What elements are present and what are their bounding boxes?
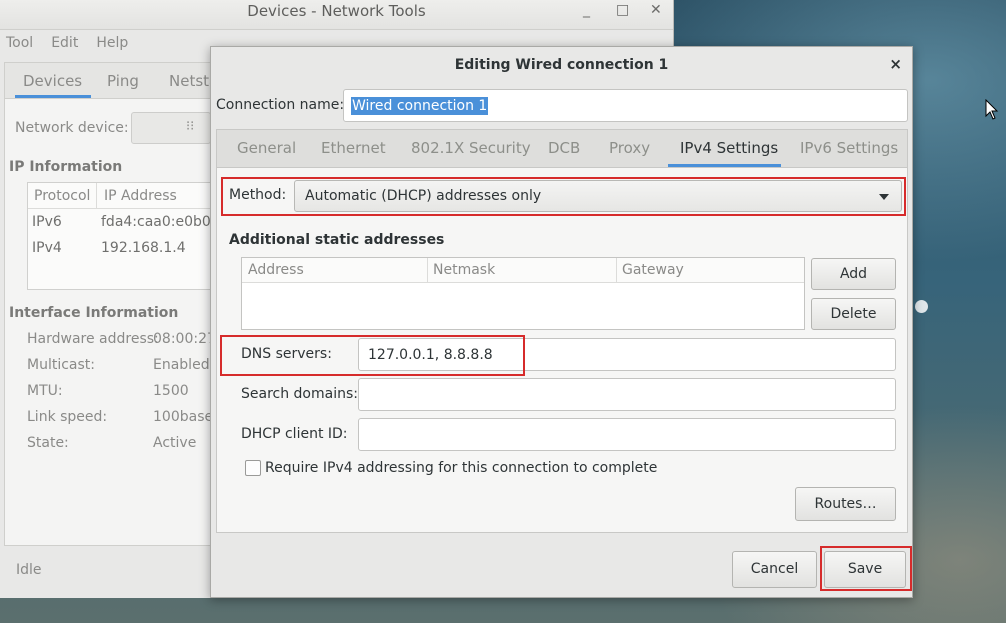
network-device-icon: ⁝⁝ — [186, 119, 195, 134]
ip-col-protocol: Protocol — [34, 188, 91, 204]
method-label: Method: — [229, 187, 287, 203]
network-tools-title: Devices - Network Tools — [247, 2, 426, 20]
static-addresses-table[interactable]: Address Netmask Gateway — [241, 257, 805, 330]
hardware-address-label: Hardware address: — [27, 331, 159, 347]
ip-row-protocol: IPv4 — [32, 240, 62, 256]
ip-row-protocol: IPv6 — [32, 214, 62, 230]
ip-table: Protocol IP Address IPv6 fda4:caa0:e0b0:… — [27, 182, 224, 290]
status-bar-text: Idle — [16, 562, 42, 578]
add-button[interactable]: Add — [811, 258, 896, 290]
tab-ipv4-settings[interactable]: IPv4 Settings — [680, 139, 778, 157]
static-addresses-header: Address Netmask Gateway — [242, 258, 804, 283]
menu-help[interactable]: Help — [96, 35, 128, 51]
state-value: Active — [153, 435, 197, 451]
network-device-label: Network device: — [15, 120, 129, 136]
menu-edit[interactable]: Edit — [51, 35, 78, 51]
dhcp-client-id-label: DHCP client ID: — [241, 426, 348, 442]
mtu-value: 1500 — [153, 383, 189, 399]
state-label: State: — [27, 435, 69, 451]
col-address: Address — [248, 262, 304, 278]
connection-name-field[interactable]: Wired connection 1 — [343, 89, 908, 122]
tab-general[interactable]: General — [237, 139, 296, 157]
ip-col-address: IP Address — [104, 188, 177, 204]
method-value: Automatic (DHCP) addresses only — [305, 188, 542, 204]
network-tools-titlebar: Devices - Network Tools _ □ ✕ — [0, 0, 673, 30]
multicast-label: Multicast: — [27, 357, 95, 373]
dns-highlight-box — [220, 335, 525, 376]
tab-ethernet[interactable]: Ethernet — [321, 139, 386, 157]
method-select[interactable]: Automatic (DHCP) addresses only — [294, 180, 902, 212]
ip-row-address: 192.168.1.4 — [101, 240, 186, 256]
col-gateway: Gateway — [622, 262, 684, 278]
ip-row-address: fda4:caa0:e0b0:2 — [101, 214, 225, 230]
delete-button[interactable]: Delete — [811, 298, 896, 330]
additional-addresses-title: Additional static addresses — [229, 232, 445, 248]
link-speed-label: Link speed: — [27, 409, 108, 425]
dhcp-client-id-field[interactable] — [358, 418, 896, 451]
close-window-button[interactable]: ✕ — [650, 2, 662, 18]
tab-dcb[interactable]: DCB — [548, 139, 580, 157]
multicast-value: Enabled — [153, 357, 210, 373]
require-ipv4-checkbox[interactable] — [245, 460, 261, 476]
desktop-indicator-dot — [915, 300, 928, 313]
connection-name-value: Wired connection 1 — [351, 96, 489, 115]
require-ipv4-label[interactable]: Require IPv4 addressing for this connect… — [265, 460, 657, 476]
tab-8021x-security[interactable]: 802.1X Security — [411, 139, 531, 157]
routes-button[interactable]: Routes… — [795, 487, 896, 521]
tab-ipv6-settings[interactable]: IPv6 Settings — [800, 139, 898, 157]
hardware-address-value: 08:00:27 — [153, 331, 216, 347]
edit-connection-dialog: Editing Wired connection 1 × Connection … — [210, 46, 913, 598]
connection-name-label: Connection name: — [216, 97, 345, 113]
tab-proxy[interactable]: Proxy — [609, 139, 650, 157]
maximize-button[interactable]: □ — [616, 2, 629, 18]
network-device-select[interactable]: ⁝⁝ — [131, 112, 211, 144]
close-icon[interactable]: × — [889, 55, 902, 73]
col-netmask: Netmask — [433, 262, 496, 278]
search-domains-field[interactable] — [358, 378, 896, 411]
dialog-title: Editing Wired connection 1 — [454, 57, 669, 73]
search-domains-label: Search domains: — [241, 386, 358, 402]
ip-information-title: IP Information — [9, 159, 123, 175]
ip-table-header: Protocol IP Address — [28, 183, 216, 209]
interface-information-title: Interface Information — [9, 305, 179, 321]
tab-ping[interactable]: Ping — [107, 72, 139, 90]
minimize-button[interactable]: _ — [583, 2, 590, 18]
mouse-cursor-icon — [985, 99, 999, 120]
cancel-button[interactable]: Cancel — [732, 551, 817, 588]
save-highlight-box — [820, 546, 912, 591]
menu-tool[interactable]: Tool — [6, 35, 33, 51]
mtu-label: MTU: — [27, 383, 63, 399]
settings-tabs: General Ethernet 802.1X Security DCB Pro… — [216, 129, 908, 167]
chevron-down-icon — [879, 194, 889, 200]
tab-devices[interactable]: Devices — [23, 72, 82, 90]
